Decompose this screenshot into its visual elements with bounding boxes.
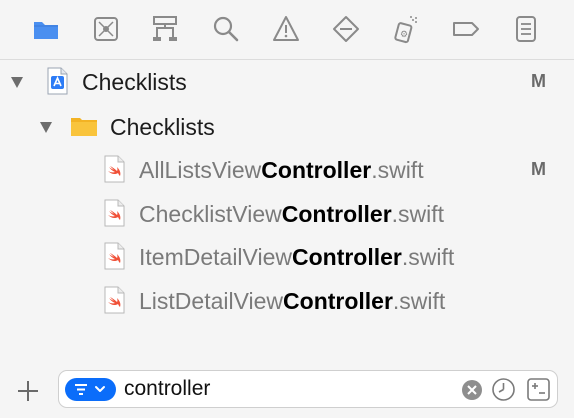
scm-status-badge: M (531, 71, 546, 91)
symbol-navigator-icon[interactable] (150, 14, 180, 44)
source-control-navigator-icon[interactable] (91, 14, 121, 44)
swift-file-icon (100, 155, 128, 183)
test-navigator-icon[interactable] (331, 14, 361, 44)
issue-navigator-icon[interactable] (271, 14, 301, 44)
breakpoint-navigator-icon[interactable] (451, 14, 481, 44)
xcode-project-icon (43, 67, 71, 95)
file-name: ChecklistViewController.swift (139, 201, 445, 227)
tree-row-group[interactable]: Checklists (0, 107, 574, 143)
file-name: ListDetailViewController.swift (139, 288, 446, 314)
file-name: AllListsViewController.swift (139, 157, 424, 183)
tree-row-file[interactable]: ItemDetailViewController.swift (0, 237, 574, 273)
project-navigator-icon[interactable] (31, 14, 61, 44)
clear-icon[interactable] (461, 379, 483, 401)
file-name: ItemDetailViewController.swift (139, 244, 455, 270)
disclosure-triangle-icon[interactable] (40, 122, 52, 133)
debug-navigator-icon[interactable]: ⚙ (391, 14, 421, 44)
scm-status-icon[interactable] (526, 377, 551, 402)
report-navigator-icon[interactable] (511, 14, 541, 44)
clock-icon[interactable] (491, 377, 516, 402)
scm-status-badge: M (531, 159, 546, 179)
filter-input[interactable]: controller (124, 377, 210, 401)
project-name: Checklists (82, 69, 187, 95)
tree-row-file[interactable]: AllListsViewController.swift M (0, 150, 574, 186)
swift-file-icon (100, 286, 128, 314)
swift-file-icon (100, 242, 128, 270)
swift-file-icon (100, 199, 128, 227)
find-navigator-icon[interactable] (211, 14, 241, 44)
filter-options-icon[interactable] (65, 378, 116, 401)
toolbar-divider (0, 59, 574, 60)
svg-text:⚙: ⚙ (400, 29, 408, 39)
tree-row-file[interactable]: ChecklistViewController.swift (0, 194, 574, 230)
folder-icon (70, 112, 98, 140)
navigator-toolbar: ⚙ (0, 0, 574, 60)
group-name: Checklists (110, 114, 215, 140)
filter-bar: controller (0, 364, 574, 418)
tree-row-file[interactable]: ListDetailViewController.swift (0, 281, 574, 317)
plus-icon[interactable] (15, 378, 41, 404)
tree-row-project[interactable]: Checklists M (0, 62, 574, 98)
disclosure-triangle-icon[interactable] (11, 77, 23, 88)
filter-field[interactable]: controller (58, 370, 558, 408)
